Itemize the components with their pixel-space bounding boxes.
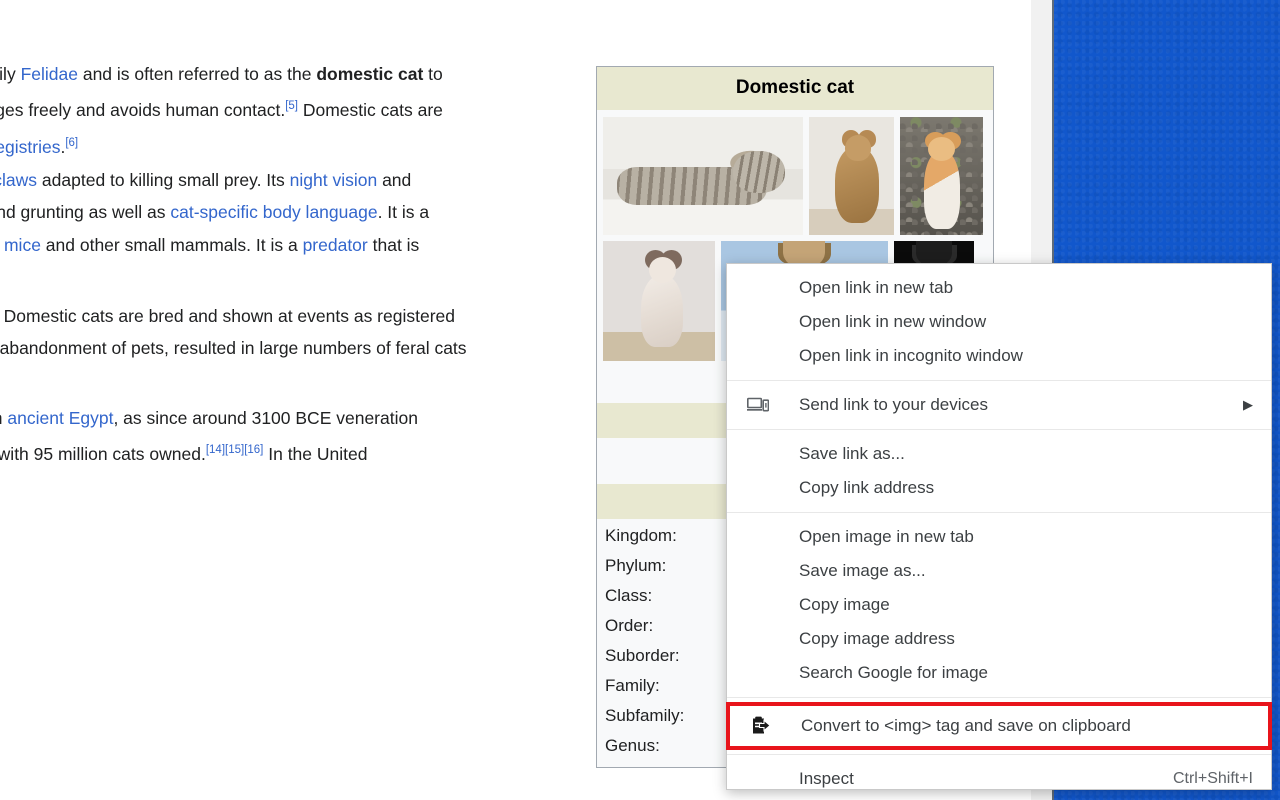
article-line: family Felidae and is often referred to … bbox=[0, 58, 443, 90]
taxonomy-rank-label: Subfamily: bbox=[605, 706, 685, 725]
menu-item-label: Open link in new window bbox=[799, 312, 987, 331]
menu-separator bbox=[727, 697, 1271, 698]
menu-item-convert-to-img-tag[interactable]: Convert to <img> tag and save on clipboa… bbox=[726, 702, 1272, 750]
clipboard-in-icon bbox=[749, 715, 781, 737]
taxonomy-rank-label: Genus: bbox=[605, 736, 660, 755]
taxonomy-rank-label: Class: bbox=[605, 586, 653, 605]
article-link[interactable]: predator bbox=[303, 235, 368, 255]
article-text: , as since around 3100 BCE veneration bbox=[113, 408, 418, 428]
context-menu[interactable]: Open link in new tab Open link in new win… bbox=[726, 263, 1272, 790]
article-paragraph-3: [9] Domestic cats are bred and shown at … bbox=[0, 296, 467, 365]
menu-item-label: Copy image bbox=[799, 595, 890, 614]
menu-separator bbox=[727, 380, 1271, 381]
citation-ref[interactable]: [14][15][16] bbox=[206, 444, 264, 456]
article-text: family bbox=[0, 64, 16, 84]
article-line: ated in ancient Egypt, as since around 3… bbox=[0, 402, 418, 434]
article-bold-term: domestic cat bbox=[316, 64, 424, 84]
article-text: to bbox=[423, 64, 443, 84]
cat-photo-2[interactable] bbox=[809, 117, 894, 235]
article-text: tates, with 95 million cats owned. bbox=[0, 444, 206, 465]
article-text: adapted to killing small prey. Its bbox=[37, 170, 290, 190]
article-line: made by mice and other small mammals. It… bbox=[0, 229, 429, 261]
article-link[interactable]: mice bbox=[4, 235, 41, 255]
devices-icon bbox=[747, 394, 779, 416]
article-text: Domestic cats are bred and shown at even… bbox=[0, 305, 456, 326]
article-text: and other small mammals. It is a bbox=[40, 234, 303, 255]
menu-item-search-google-for-image[interactable]: Search Google for image bbox=[727, 656, 1271, 690]
menu-item-open-link-new-window[interactable]: Open link in new window bbox=[727, 305, 1271, 339]
article-line: owling and grunting as well as cat-speci… bbox=[0, 196, 429, 228]
article-line: [9] Domestic cats are bred and shown at … bbox=[0, 296, 467, 332]
taxonomy-rank-label: Order: bbox=[605, 616, 654, 635]
article-link[interactable]: ancient Egypt bbox=[7, 408, 113, 428]
article-paragraph-1: family Felidae and is often referred to … bbox=[0, 58, 443, 163]
menu-item-label: Copy link address bbox=[799, 478, 935, 497]
article-line: ranges freely and avoids human contact.[… bbox=[0, 90, 443, 126]
menu-item-label: Save link as... bbox=[799, 444, 905, 463]
menu-item-open-link-incognito[interactable]: Open link in incognito window bbox=[727, 339, 1271, 373]
menu-item-open-image-new-tab[interactable]: Open image in new tab bbox=[727, 520, 1271, 554]
article-text: that is bbox=[367, 234, 420, 255]
menu-separator bbox=[727, 754, 1271, 755]
menu-separator bbox=[727, 429, 1271, 430]
menu-item-label: Open link in incognito window bbox=[799, 346, 1023, 365]
menu-item-open-link-new-tab[interactable]: Open link in new tab bbox=[727, 271, 1271, 305]
article-link[interactable]: Felidae bbox=[21, 64, 78, 84]
article-text: and is often referred to as the bbox=[77, 64, 317, 84]
article-text: and grunting as well as bbox=[0, 202, 171, 223]
article-line: at registries.[6] bbox=[0, 127, 443, 163]
menu-separator bbox=[727, 512, 1271, 513]
taxonomy-rank-label: Family: bbox=[605, 676, 660, 695]
infobox-title: Domestic cat bbox=[597, 67, 993, 110]
cat-photo-1[interactable] bbox=[603, 117, 803, 235]
article-link[interactable]: night vision bbox=[290, 170, 378, 190]
article-text: In the United bbox=[263, 444, 368, 465]
article-link[interactable]: cat-specific body language bbox=[170, 202, 377, 222]
menu-item-label: Inspect bbox=[799, 769, 854, 788]
cat-photo-4[interactable] bbox=[603, 241, 715, 361]
citation-ref[interactable]: [5] bbox=[285, 100, 298, 112]
article-line: s abandonment of pets, resulted in large… bbox=[0, 332, 467, 364]
gallery-row-1 bbox=[603, 117, 987, 235]
article-link[interactable]: registries bbox=[0, 136, 60, 156]
taxonomy-rank-label: Kingdom: bbox=[605, 526, 677, 545]
menu-item-copy-image[interactable]: Copy image bbox=[727, 588, 1271, 622]
menu-item-label: Open link in new tab bbox=[799, 278, 954, 297]
menu-item-save-link-as[interactable]: Save link as... bbox=[727, 437, 1271, 471]
article-text: Domestic cats are bbox=[298, 100, 443, 121]
article-paragraph-2: actable claws adapted to killing small p… bbox=[0, 164, 429, 261]
menu-item-send-link-devices[interactable]: Send link to your devices ▶ bbox=[727, 388, 1271, 422]
screen: family Felidae and is often referred to … bbox=[0, 0, 1280, 800]
article-paragraph-4: ated in ancient Egypt, as since around 3… bbox=[0, 402, 418, 471]
taxonomy-rank-label: Phylum: bbox=[605, 556, 667, 575]
menu-item-label: Copy image address bbox=[799, 629, 955, 648]
menu-item-copy-image-address[interactable]: Copy image address bbox=[727, 622, 1271, 656]
menu-item-copy-link-address[interactable]: Copy link address bbox=[727, 471, 1271, 505]
article-text: and bbox=[377, 170, 412, 190]
cat-photo-3[interactable] bbox=[900, 117, 983, 235]
article-text: ranges freely and avoids human contact. bbox=[0, 100, 286, 121]
article-text: s abandonment of pets, resulted in large… bbox=[0, 338, 467, 359]
menu-item-label: Send link to your devices bbox=[799, 395, 988, 414]
menu-item-label: Convert to <img> tag and save on clipboa… bbox=[801, 716, 1131, 735]
menu-item-label: Save image as... bbox=[799, 561, 926, 580]
menu-item-label: Open image in new tab bbox=[799, 527, 974, 546]
taxonomy-rank-label: Suborder: bbox=[605, 646, 680, 665]
citation-ref[interactable]: [6] bbox=[65, 137, 78, 149]
article-line: tates, with 95 million cats owned.[14][1… bbox=[0, 434, 418, 470]
article-link[interactable]: actable claws bbox=[0, 170, 37, 190]
menu-item-inspect[interactable]: Inspect Ctrl+Shift+I bbox=[727, 762, 1271, 796]
article-line: actable claws adapted to killing small p… bbox=[0, 164, 429, 196]
chevron-right-icon: ▶ bbox=[1243, 397, 1253, 412]
article-text: . It is a bbox=[377, 202, 430, 223]
menu-item-shortcut: Ctrl+Shift+I bbox=[1172, 770, 1253, 787]
menu-item-save-image-as[interactable]: Save image as... bbox=[727, 554, 1271, 588]
menu-item-label: Search Google for image bbox=[799, 663, 988, 682]
